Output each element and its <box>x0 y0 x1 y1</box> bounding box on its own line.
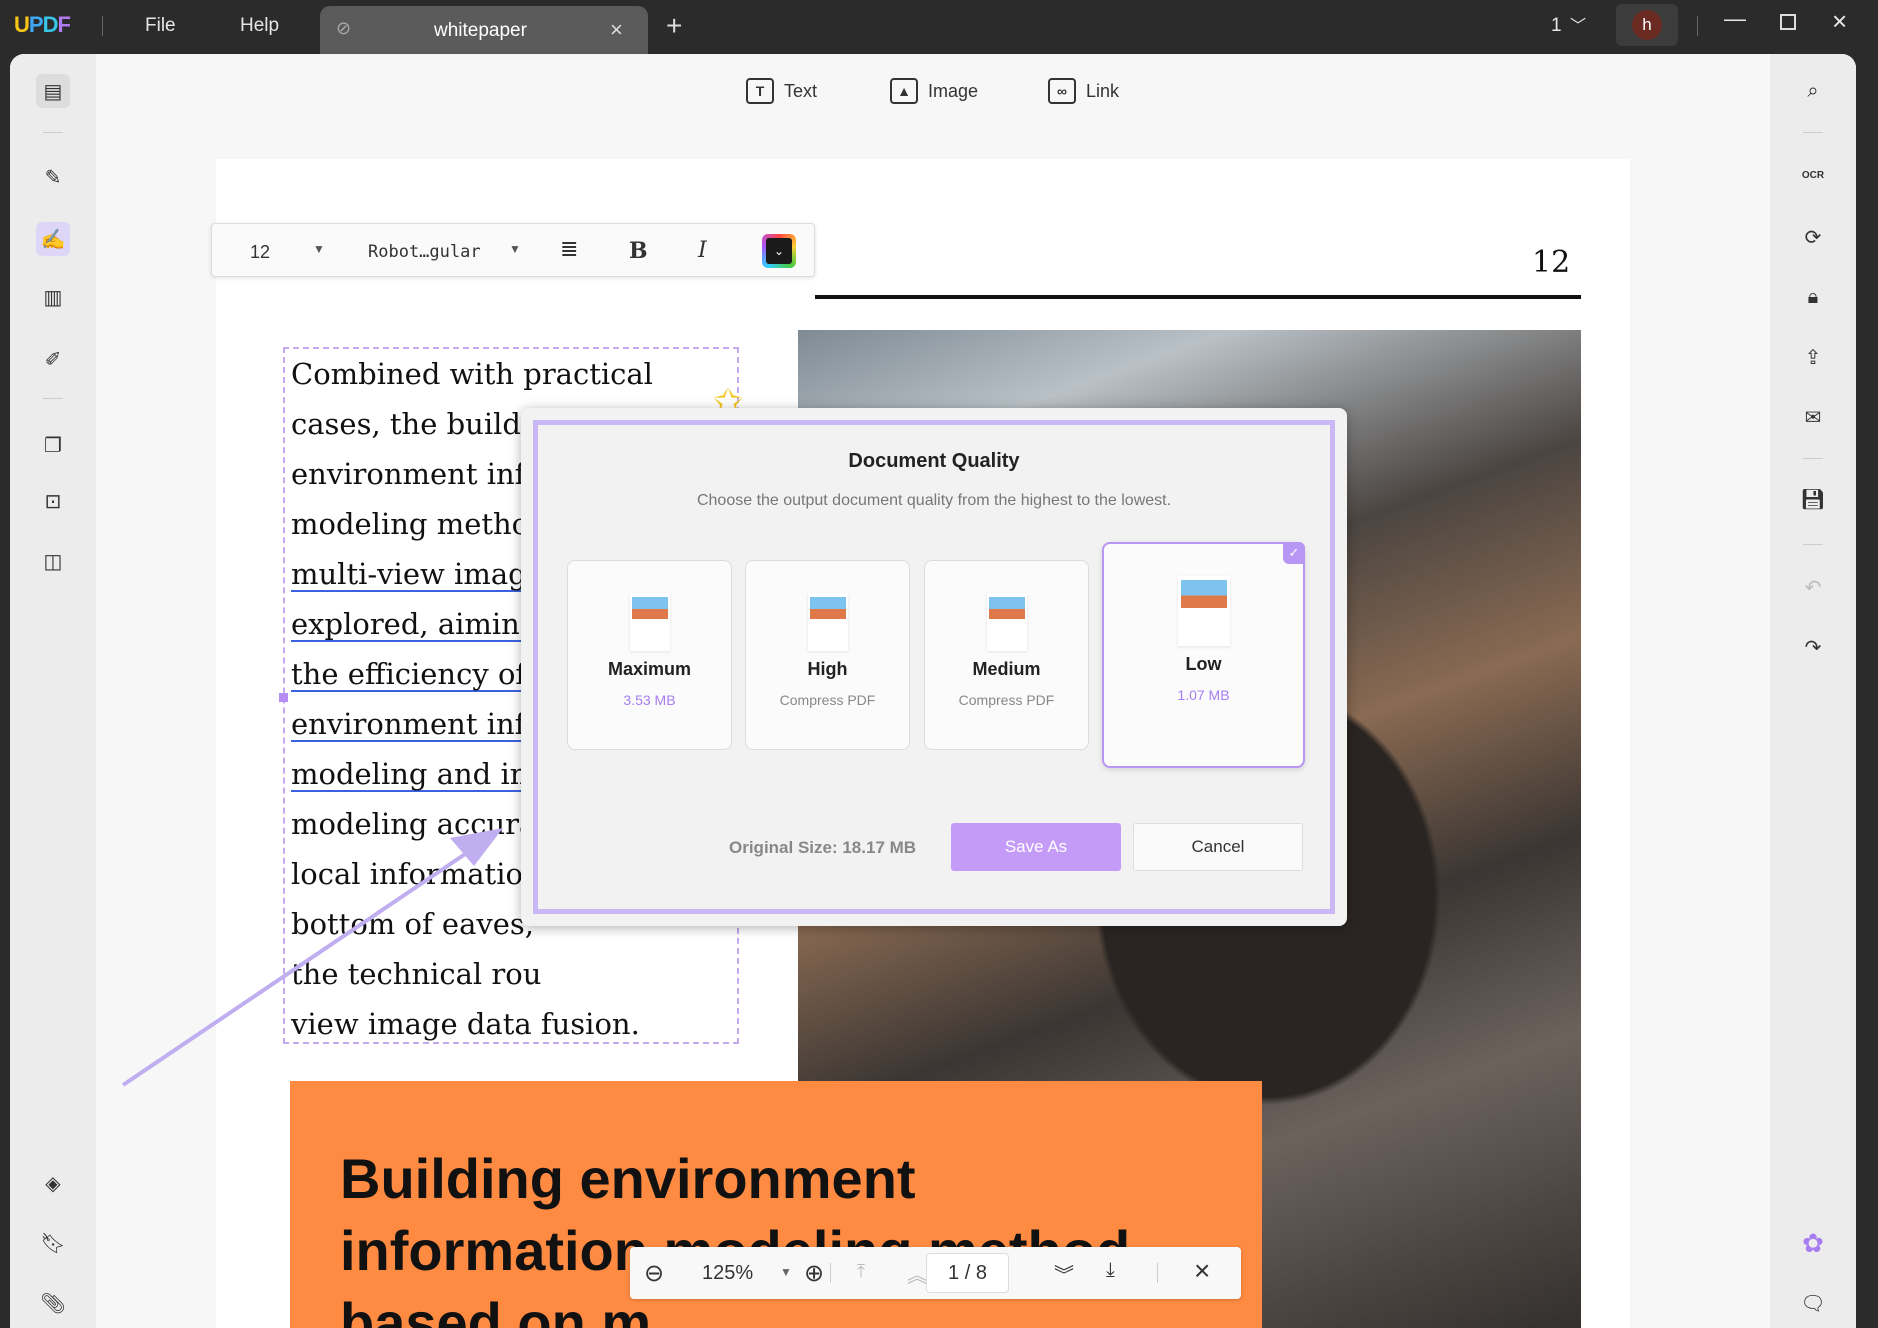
updf-logo: UPDF <box>14 12 71 37</box>
caret-down-icon[interactable]: ▼ <box>313 242 325 256</box>
page-navigation-bar: ⊖ 125% ▼ ⊕ ⤒ ︽ 1 / 8 ︾ ⤓ × <box>630 1247 1241 1299</box>
document-tab[interactable]: ⊘ whitepaper × <box>320 6 648 54</box>
tab-title: whitepaper <box>434 20 527 41</box>
search-icon[interactable]: ⌕ <box>1796 74 1830 108</box>
protect-icon[interactable]: 🔒︎ <box>1796 280 1830 314</box>
close-nav-icon[interactable]: × <box>1194 1255 1210 1287</box>
maximize-icon[interactable] <box>1780 14 1796 30</box>
dialog-subtitle: Choose the output document quality from … <box>696 492 1172 509</box>
share-icon[interactable]: ⇪ <box>1796 340 1830 374</box>
option-detail: 1.07 MB <box>1177 687 1230 703</box>
divider <box>1157 1263 1158 1283</box>
redo-icon[interactable]: ↷ <box>1796 630 1830 664</box>
quality-option-maximum[interactable]: Maximum 3.53 MB <box>567 560 732 750</box>
option-name: Low <box>1185 654 1222 674</box>
convert-icon[interactable]: ⟳ <box>1796 220 1830 254</box>
document-thumbnail-icon <box>986 593 1027 651</box>
page-count-dropdown[interactable]: 1 <box>1551 15 1562 37</box>
text-color-button[interactable]: ⌄ <box>762 234 796 268</box>
cancel-button[interactable]: Cancel <box>1133 823 1303 871</box>
text-format-toolbar: 12 ▼ Robot…gular ▼ ≣ B I ⌄ <box>211 223 815 277</box>
font-size-select[interactable]: 12 <box>250 242 270 263</box>
zoom-level[interactable]: 125% <box>702 1262 753 1285</box>
previous-page-icon[interactable]: ︽ <box>907 1259 927 1288</box>
divider <box>830 1263 831 1283</box>
quality-option-low[interactable]: Low 1.07 MB ✓ <box>1102 542 1305 768</box>
next-page-icon[interactable]: ︾ <box>1054 1259 1074 1288</box>
divider <box>1803 132 1823 133</box>
unsaved-icon: ⊘ <box>336 18 352 38</box>
option-name: Maximum <box>607 659 692 679</box>
new-tab-icon[interactable]: + <box>666 10 682 42</box>
menu-file[interactable]: File <box>145 15 176 37</box>
save-as-button[interactable]: Save As <box>951 823 1121 871</box>
dialog-title: Document Quality <box>848 450 1020 472</box>
zoom-in-icon[interactable]: ⊕ <box>804 1259 824 1288</box>
chevron-down-icon: ⌄ <box>766 238 792 264</box>
bold-button[interactable]: B <box>629 238 648 264</box>
email-icon[interactable]: ✉ <box>1796 400 1830 434</box>
close-window-icon[interactable]: × <box>1832 6 1847 37</box>
avatar: h <box>1632 10 1662 40</box>
divider <box>1803 458 1823 459</box>
divider <box>1803 544 1823 545</box>
italic-button[interactable]: I <box>698 238 707 263</box>
right-sidebar: ⌕ OCR ⟳ 🔒︎ ⇪ ✉ 💾︎ ↶ ↷ ✿ 🗨︎ <box>1770 54 1856 1328</box>
first-page-icon[interactable]: ⤒ <box>857 1261 865 1282</box>
document-quality-dialog: Document Quality Choose the output docum… <box>521 408 1347 926</box>
option-detail: Compress PDF <box>958 692 1055 708</box>
option-detail: 3.53 MB <box>623 692 676 708</box>
ocr-icon[interactable]: OCR <box>1796 158 1830 192</box>
chevron-down-icon[interactable]: ﹀ <box>1570 12 1586 36</box>
option-name: High <box>807 659 848 679</box>
save-icon[interactable]: 💾︎ <box>1796 482 1830 516</box>
document-thumbnail-icon <box>1177 576 1230 646</box>
divider <box>1697 16 1698 36</box>
caret-down-icon[interactable]: ▼ <box>509 242 521 256</box>
zoom-out-icon[interactable]: ⊖ <box>644 1259 664 1288</box>
document-thumbnail-icon <box>629 593 670 651</box>
font-family-select[interactable]: Robot…gular <box>368 242 481 262</box>
account-button[interactable]: h <box>1616 4 1678 46</box>
close-tab-icon[interactable]: × <box>610 17 623 43</box>
last-page-icon[interactable]: ⤓ <box>1106 1259 1115 1282</box>
page-input[interactable]: 1 / 8 <box>926 1253 1009 1293</box>
quality-option-high[interactable]: High Compress PDF <box>745 560 910 750</box>
caret-down-icon[interactable]: ▼ <box>780 1265 792 1279</box>
selected-check-icon: ✓ <box>1283 542 1305 564</box>
document-thumbnail-icon <box>807 593 848 651</box>
undo-icon[interactable]: ↶ <box>1796 570 1830 604</box>
title-bar: UPDF File Help ⊘ whitepaper × + 1 ﹀ h — … <box>0 0 1878 54</box>
menu-help[interactable]: Help <box>240 15 279 37</box>
align-left-icon[interactable]: ≣ <box>560 236 578 262</box>
minimize-icon[interactable]: — <box>1724 6 1746 32</box>
original-size: Original Size: 18.17 MB <box>729 838 917 857</box>
quality-option-medium[interactable]: Medium Compress PDF <box>924 560 1089 750</box>
option-detail: Compress PDF <box>779 692 876 708</box>
ai-assistant-icon[interactable]: ✿ <box>1796 1226 1830 1260</box>
divider <box>102 16 103 36</box>
comment-list-icon[interactable]: 🗨︎ <box>1796 1286 1830 1320</box>
option-name: Medium <box>972 659 1041 679</box>
